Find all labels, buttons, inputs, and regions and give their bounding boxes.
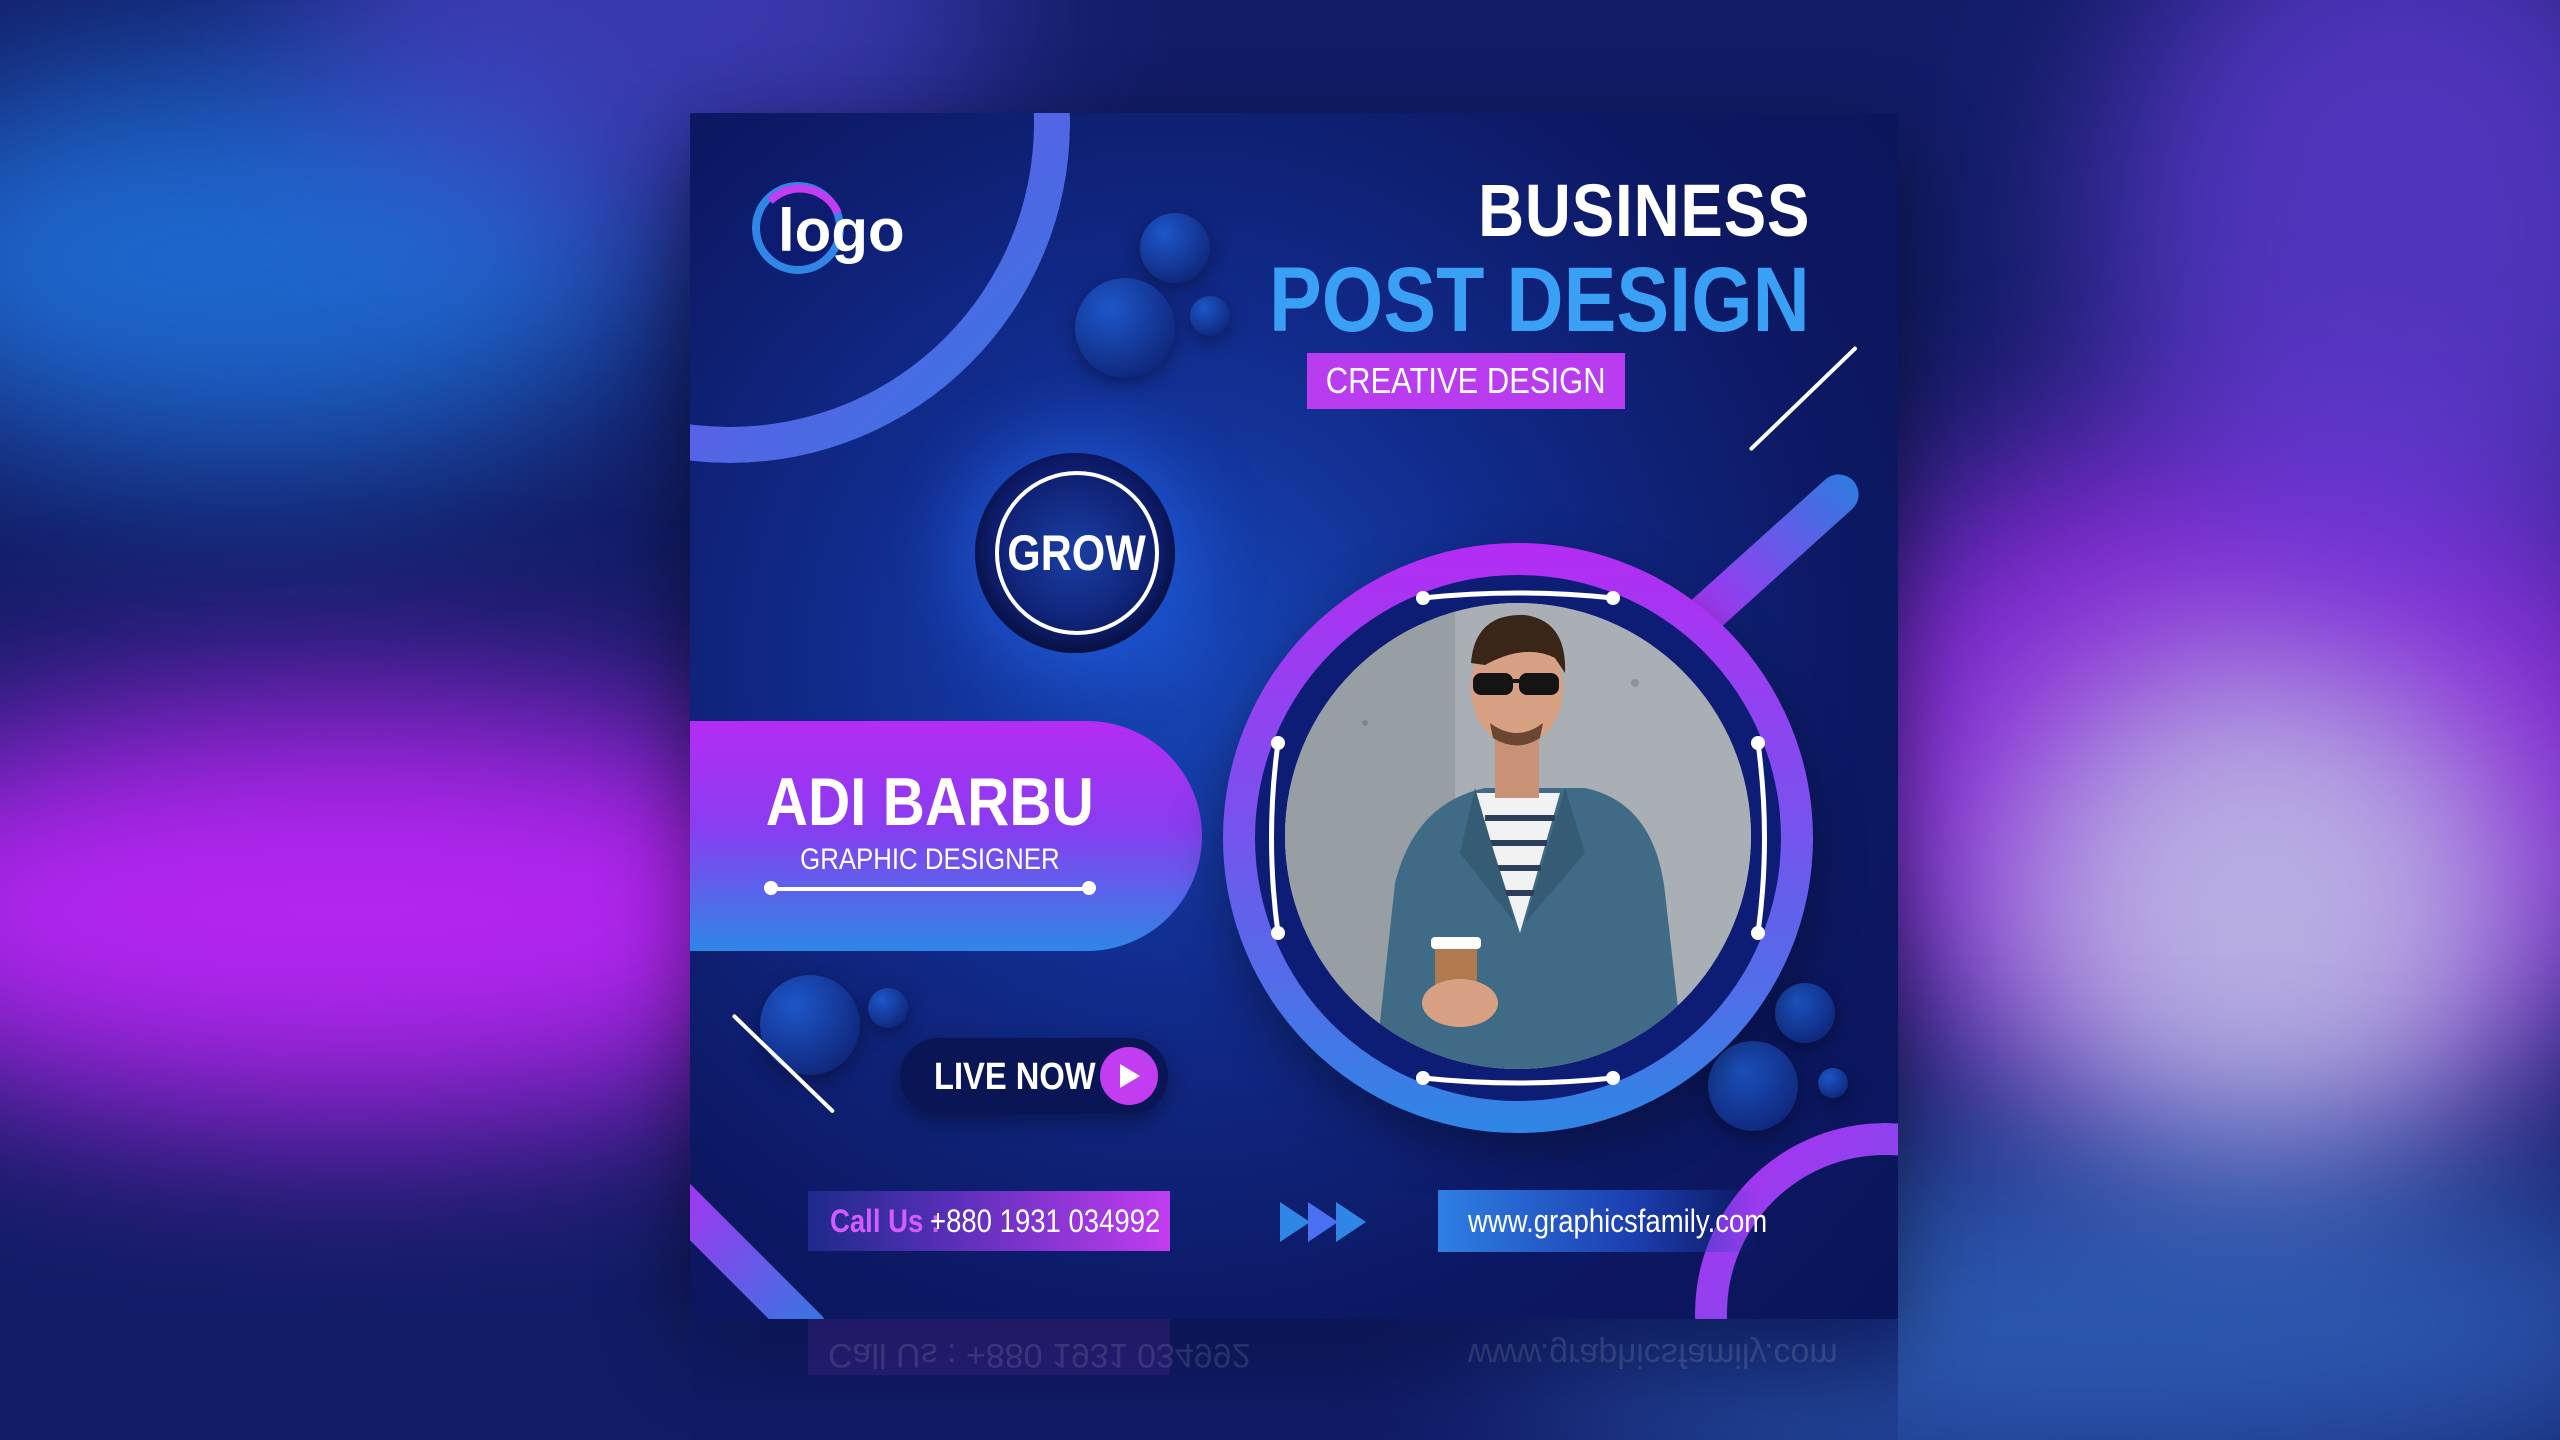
decor-bubble bbox=[868, 988, 908, 1028]
person-name: ADI BARBU bbox=[765, 764, 1095, 840]
logo-text: logo bbox=[778, 197, 905, 264]
phone-number: +880 1931 034992 bbox=[930, 1202, 1161, 1239]
divider-line bbox=[770, 887, 1088, 891]
triple-arrow-icon bbox=[1280, 1202, 1366, 1242]
decor-bubble bbox=[1818, 1068, 1848, 1098]
brand-logo: logo bbox=[752, 182, 905, 274]
divider-dot bbox=[764, 881, 778, 895]
divider-dot bbox=[1082, 881, 1096, 895]
decor-arc-top-left bbox=[690, 113, 1070, 463]
title-line-1: BUSINESS bbox=[1477, 169, 1810, 252]
call-label: Call Us : bbox=[830, 1202, 941, 1239]
grow-badge: GROW bbox=[975, 453, 1175, 653]
website-link[interactable]: www.graphicsfamily.com bbox=[1438, 1190, 1767, 1252]
title-line-2: POST DESIGN bbox=[1269, 249, 1810, 351]
live-now-label: LIVE NOW bbox=[934, 1056, 1096, 1098]
decor-bubble bbox=[1075, 278, 1175, 378]
decor-bubble bbox=[760, 975, 860, 1075]
live-now-button[interactable]: LIVE NOW bbox=[900, 1038, 1168, 1114]
phone-contact[interactable]: Call Us : +880 1931 034992 bbox=[808, 1191, 1170, 1251]
subtitle-tag: CREATIVE DESIGN bbox=[1307, 353, 1625, 409]
person-role: GRAPHIC DESIGNER bbox=[800, 843, 1060, 876]
decor-bubble bbox=[1140, 213, 1210, 283]
decor-line bbox=[1748, 345, 1858, 452]
post-card: logo BUSINESS POST DESIGN CREATIVE DESIG… bbox=[690, 113, 1898, 1319]
play-icon[interactable] bbox=[1100, 1047, 1158, 1105]
profile-photo-frame bbox=[1223, 543, 1813, 1133]
decor-bubble bbox=[1190, 296, 1230, 336]
card-reflection: Call Us : +880 1931 034992 www.graphicsf… bbox=[690, 1319, 1898, 1440]
frame-accents bbox=[1269, 590, 1767, 1086]
grow-badge-text: GROW bbox=[1007, 525, 1147, 581]
